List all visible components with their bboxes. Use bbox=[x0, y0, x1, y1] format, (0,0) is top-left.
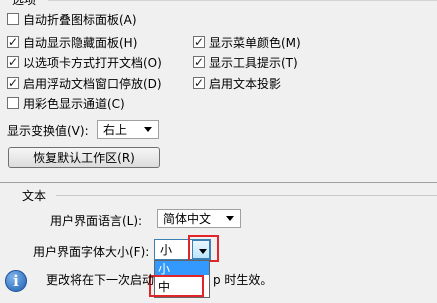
text-section-line bbox=[56, 195, 437, 196]
open-as-tabs-checkbox[interactable]: 以选项卡方式打开文档(O) bbox=[7, 54, 162, 70]
transform-values-label: 显示变换值(V): bbox=[7, 124, 89, 138]
auto-collapse-label: 自动折叠图标面板(A) bbox=[23, 12, 137, 27]
tool-tips-label: 显示工具提示(T) bbox=[209, 55, 298, 70]
menu-colors-box[interactable] bbox=[193, 34, 205, 50]
auto-collapse-checkbox[interactable]: 自动折叠图标面板(A) bbox=[7, 11, 137, 27]
font-size-option-small[interactable]: 小 bbox=[155, 261, 209, 276]
transform-values-select[interactable]: 右上 bbox=[97, 120, 159, 139]
dropdown-button-highlight bbox=[188, 235, 219, 262]
ui-language-value: 简体中文 bbox=[163, 212, 212, 226]
ui-font-size-label: 用户界面字体大小(F): bbox=[33, 245, 150, 259]
floating-dock-label: 启用浮动文档窗口停放(D) bbox=[23, 76, 162, 91]
color-channels-label: 用彩色显示通道(C) bbox=[23, 96, 125, 111]
text-shadow-box[interactable] bbox=[193, 75, 205, 91]
open-as-tabs-label: 以选项卡方式打开文档(O) bbox=[23, 55, 162, 70]
option-medium-highlight bbox=[149, 275, 204, 297]
section-divider bbox=[0, 182, 437, 183]
top-divider bbox=[48, 0, 437, 1]
floating-dock-box[interactable] bbox=[7, 75, 19, 91]
reset-workspace-label: 恢复默认工作区(R) bbox=[33, 151, 135, 165]
color-channels-box[interactable] bbox=[7, 97, 19, 109]
auto-show-hidden-checkbox[interactable]: 自动显示隐藏面板(H) bbox=[7, 34, 137, 50]
open-as-tabs-box[interactable] bbox=[7, 54, 19, 70]
reset-workspace-button[interactable]: 恢复默认工作区(R) bbox=[8, 147, 160, 168]
info-icon: i bbox=[5, 270, 27, 292]
auto-show-hidden-box[interactable] bbox=[7, 34, 19, 50]
floating-dock-checkbox[interactable]: 启用浮动文档窗口停放(D) bbox=[7, 75, 162, 91]
ui-language-select[interactable]: 简体中文 bbox=[157, 209, 241, 228]
transform-values-value: 右上 bbox=[103, 123, 128, 137]
menu-colors-label: 显示菜单颜色(M) bbox=[209, 35, 301, 50]
tool-tips-checkbox[interactable]: 显示工具提示(T) bbox=[193, 54, 298, 70]
info-text-prefix: 更改将在下一次启动 bbox=[46, 273, 155, 287]
ui-font-size-value: 小 bbox=[160, 243, 173, 257]
text-section-heading: 文本 bbox=[22, 189, 47, 203]
auto-collapse-box[interactable] bbox=[7, 13, 19, 25]
tool-tips-box[interactable] bbox=[193, 54, 205, 70]
color-channels-checkbox[interactable]: 用彩色显示通道(C) bbox=[7, 95, 125, 111]
info-text-suffix: p 时生效。 bbox=[213, 273, 273, 287]
auto-show-hidden-label: 自动显示隐藏面板(H) bbox=[23, 35, 138, 50]
chevron-down-icon bbox=[144, 127, 152, 132]
text-shadow-checkbox[interactable]: 启用文本投影 bbox=[193, 75, 281, 91]
ui-language-label: 用户界面语言(L): bbox=[50, 214, 143, 228]
chevron-down-icon bbox=[226, 216, 234, 221]
panel-options-heading: 选项 bbox=[12, 0, 37, 7]
menu-colors-checkbox[interactable]: 显示菜单颜色(M) bbox=[193, 34, 301, 50]
font-size-option-small-label: 小 bbox=[158, 261, 171, 276]
text-shadow-label: 启用文本投影 bbox=[209, 76, 282, 91]
